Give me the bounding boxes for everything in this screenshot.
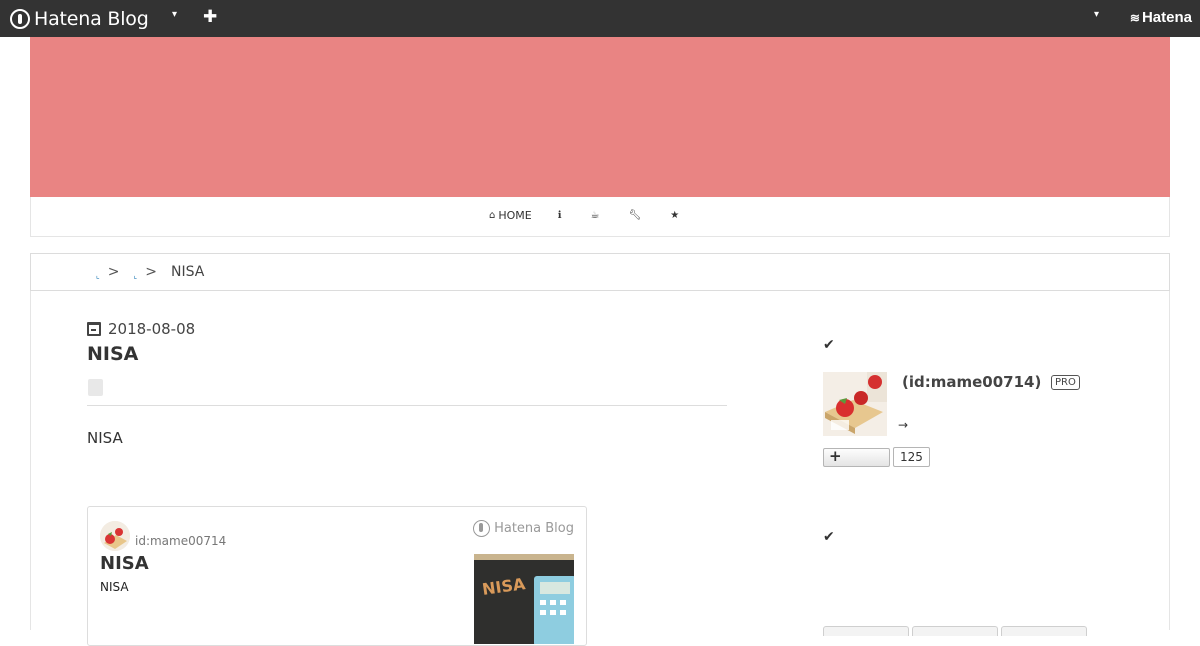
breadcrumb-current: NISA bbox=[170, 264, 205, 280]
avatar[interactable] bbox=[823, 372, 887, 436]
entry-date[interactable]: 2018-08-08 bbox=[87, 320, 195, 338]
card-description: NISA bbox=[100, 580, 129, 594]
plus-icon: + bbox=[829, 447, 842, 465]
pro-badge[interactable]: PRO bbox=[1051, 375, 1080, 390]
global-nav: ⌂ HOME ℹ ☕ 🔧︎ ★ bbox=[30, 197, 1170, 237]
nav-item-about[interactable]: ℹ bbox=[558, 210, 565, 221]
plus-icon[interactable]: ✚ bbox=[203, 7, 217, 27]
calendar-icon bbox=[87, 322, 101, 336]
nav-item-label: HOME bbox=[498, 209, 532, 222]
nav-item-favorites[interactable]: ★ bbox=[670, 210, 682, 221]
hatena-logo[interactable]: ≋ Hatena bbox=[1130, 9, 1192, 26]
card-thumbnail[interactable]: NISA bbox=[474, 554, 574, 644]
card-brand-text: Hatena Blog bbox=[494, 521, 574, 536]
nav-item-cafe[interactable]: ☕ bbox=[591, 210, 603, 221]
star-icon: ★ bbox=[670, 210, 680, 221]
page-border-left bbox=[30, 291, 31, 630]
card-brand[interactable]: Hatena Blog bbox=[473, 520, 574, 537]
card-user-id[interactable]: id:mame00714 bbox=[135, 534, 226, 548]
breadcrumb-separator: > bbox=[145, 264, 157, 280]
follow-button[interactable]: + bbox=[823, 447, 890, 467]
home-icon: ⌂ bbox=[489, 210, 496, 221]
brand-name: Hatena Blog bbox=[34, 8, 149, 30]
check-icon: ✔ bbox=[823, 529, 835, 545]
page-border-right bbox=[1169, 291, 1170, 630]
blog-card-embed[interactable]: id:mame00714 NISA NISA Hatena Blog NISA bbox=[87, 506, 587, 646]
nav-item-tools[interactable]: 🔧︎ bbox=[629, 210, 645, 221]
profile-id[interactable]: (id:mame00714) bbox=[902, 373, 1041, 391]
coffee-icon: ☕ bbox=[590, 210, 600, 221]
divider bbox=[87, 405, 727, 406]
entry-date-text: 2018-08-08 bbox=[108, 320, 196, 338]
hatena-blog-logo[interactable]: Hatena Blog bbox=[10, 8, 149, 30]
hatena-blog-logo-icon bbox=[473, 520, 491, 537]
hatena-wave-icon: ≋ bbox=[1129, 10, 1140, 25]
breadcrumb-link[interactable]: ⌞ bbox=[96, 271, 100, 280]
profile-link[interactable]: → bbox=[898, 418, 908, 432]
sidebar-tab[interactable] bbox=[912, 626, 998, 636]
caret-down-icon[interactable]: ▾ bbox=[1094, 9, 1099, 20]
breadcrumb: ⌞ > ⌞ > NISA bbox=[30, 253, 1170, 291]
check-icon: ✔ bbox=[823, 337, 835, 353]
avatar[interactable] bbox=[100, 521, 130, 551]
hatena-top-bar: Hatena Blog ▾ ✚ ▾ ≋ Hatena bbox=[0, 0, 1200, 37]
entry-body-text: NISA bbox=[87, 429, 123, 447]
nav-item-home[interactable]: ⌂ HOME bbox=[489, 209, 532, 222]
reader-count[interactable]: 125 bbox=[893, 447, 930, 467]
breadcrumb-link[interactable]: ⌞ bbox=[133, 271, 137, 280]
caret-down-icon[interactable]: ▾ bbox=[172, 9, 177, 20]
hatena-logo-text: Hatena bbox=[1141, 9, 1192, 26]
category-tag[interactable] bbox=[88, 379, 103, 396]
sidebar-tab[interactable] bbox=[1001, 626, 1087, 636]
wrench-icon: 🔧︎ bbox=[628, 210, 642, 221]
breadcrumb-separator: > bbox=[107, 264, 120, 280]
sidebar-tab[interactable] bbox=[823, 626, 909, 636]
blog-header-banner[interactable] bbox=[30, 37, 1170, 197]
hatena-blog-logo-icon bbox=[10, 9, 30, 29]
entry-title[interactable]: NISA bbox=[87, 343, 138, 365]
card-title[interactable]: NISA bbox=[100, 553, 149, 574]
info-icon: ℹ bbox=[557, 210, 562, 221]
